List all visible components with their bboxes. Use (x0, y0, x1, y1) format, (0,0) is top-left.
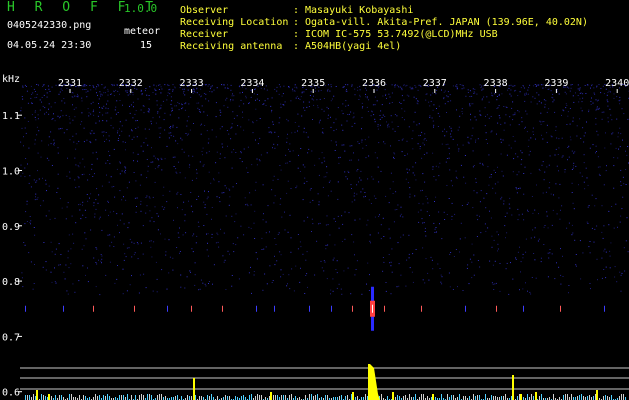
x-tick-label: 2339 (544, 78, 568, 89)
datetime: 04.05.24 23:30 (7, 40, 92, 51)
x-tick-label: 2338 (484, 78, 508, 89)
header-panel: H R O F F T 1.0.0 0405242330.png meteor … (0, 0, 629, 72)
y-axis-label: kHz (2, 74, 20, 85)
spectrogram: 2331 2332 2333 2334 2335 2336 2337 2338 2339 2340… (2, 74, 629, 400)
x-tick-label: 2335 (301, 78, 325, 89)
noise-field (20, 84, 629, 296)
filename: 0405242330.png (7, 20, 92, 31)
info-value-observer: Masayuki Kobayashi (305, 5, 414, 16)
info-value-location: Ogata-vill. Akita-Pref. JAPAN (139.96E, … (305, 17, 588, 28)
meteor-label: meteor (124, 26, 161, 37)
x-tick-label: 2337 (423, 78, 447, 89)
app-version: 1.0.0 (124, 2, 158, 15)
spectrogram-panel: 2331 2332 2333 2334 2335 2336 2337 2338 2339 2340… (0, 72, 629, 400)
x-tick-label: 2334 (240, 78, 264, 89)
x-tick-label: 2331 (58, 78, 82, 89)
info-label-receiver: Receiver (180, 29, 229, 40)
x-tick-label: 2332 (119, 78, 143, 89)
echo-histogram (25, 364, 626, 400)
y-tick-label: 1.0 (2, 166, 20, 177)
carrier-band (25, 305, 605, 312)
y-tick-label: 0.6 (2, 388, 20, 399)
y-tick-label: 1.1 (2, 111, 20, 122)
x-tick-label: 2336 (362, 78, 386, 89)
info-label-observer: Observer (180, 5, 229, 16)
info-value-receiver: ICOM IC-575 53.7492(@LCD)MHz USB (305, 29, 498, 40)
meteor-count: 15 (140, 40, 153, 51)
info-sep: : (293, 5, 300, 16)
x-tick-label: 2333 (180, 78, 204, 89)
info-label-antenna: Receiving antenna (180, 41, 283, 52)
info-sep: : (293, 29, 300, 40)
info-sep: : (293, 17, 300, 28)
info-value-antenna: A504HB(yagi 4el) (305, 41, 402, 52)
info-sep: : (293, 41, 300, 52)
y-tick-label: 0.9 (2, 222, 20, 233)
x-tick-label: 2340 (605, 78, 629, 89)
meteor-echo (370, 286, 375, 331)
info-label-location: Receiving Location (180, 17, 289, 28)
y-tick-label: 0.7 (2, 332, 20, 343)
y-tick-label: 0.8 (2, 277, 20, 288)
